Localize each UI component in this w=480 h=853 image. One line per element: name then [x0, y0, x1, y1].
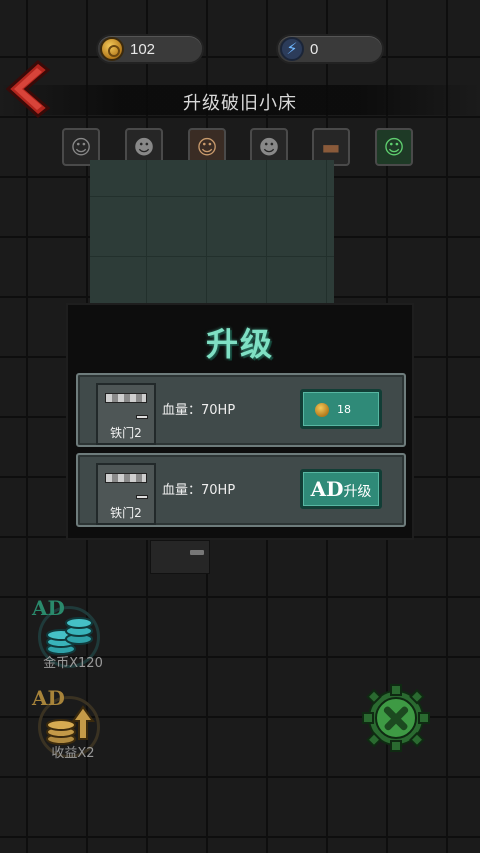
modal-title: 升级: [205, 325, 274, 363]
hp-text: 血量：70HP: [162, 483, 236, 498]
coin-counter: 102: [96, 34, 204, 64]
upgrade-cost: 18: [337, 403, 351, 416]
ad-tag: AD: [32, 596, 65, 620]
ad-label: AD: [310, 477, 344, 501]
coin-bonus-button[interactable]: AD 金币X120: [30, 596, 120, 671]
door-slot: [150, 540, 210, 574]
energy-count: 0: [310, 41, 319, 58]
page-title: 升级破旧小床: [183, 93, 297, 114]
door-handle: [136, 495, 148, 499]
upgrade-modal: 升级 铁门2 血量：70HP 18 铁门2 血量：70HP AD升级: [66, 303, 414, 540]
energy-counter: ⚡ 0: [276, 34, 384, 64]
room-floor: [90, 160, 334, 310]
back-arrow-icon: [5, 60, 51, 118]
hp-text: 血量：70HP: [162, 403, 236, 418]
coin-upgrade-button[interactable]: 18: [300, 389, 382, 429]
ad-upgrade-button[interactable]: AD升级: [300, 469, 382, 509]
settings-button[interactable]: [362, 684, 430, 752]
back-button[interactable]: [4, 60, 51, 118]
coin-count: 102: [130, 41, 156, 58]
bonus-label: 收益X2: [51, 746, 95, 761]
door-handle: [136, 415, 148, 419]
lightning-icon: ⚡: [280, 37, 304, 61]
door-icon: 铁门2: [96, 383, 156, 445]
ad-button-text: 升级: [343, 484, 372, 500]
character-6-icon[interactable]: ☺: [375, 128, 413, 166]
door-window: [105, 473, 147, 483]
income-bonus-button[interactable]: AD 收益X2: [30, 686, 120, 761]
ad-tag: AD: [32, 686, 65, 710]
key-icon: [190, 550, 204, 555]
door-label: 铁门2: [110, 426, 142, 440]
coin-icon: [315, 403, 329, 417]
bonus-label: 金币X120: [43, 656, 103, 671]
door-icon: 铁门2: [96, 463, 156, 525]
door-window: [105, 393, 147, 403]
wrench-gear-icon: [362, 684, 430, 752]
door-label: 铁门2: [110, 506, 142, 520]
upgrade-option-ad: 铁门2 血量：70HP AD升级: [76, 453, 406, 527]
coin-icon: [100, 37, 124, 61]
upgrade-option-coin: 铁门2 血量：70HP 18: [76, 373, 406, 447]
